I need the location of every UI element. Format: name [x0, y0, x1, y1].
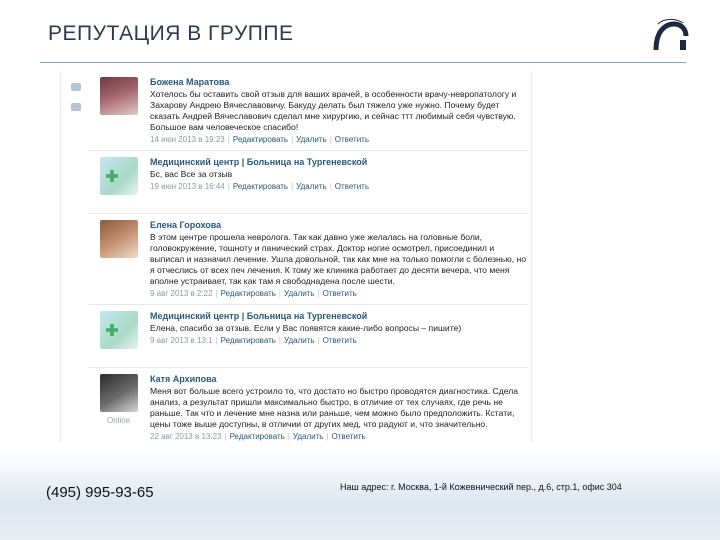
post-date[interactable]: 22 авг 2013 в 13:23 — [150, 432, 221, 441]
edit-link[interactable]: Редактировать — [221, 289, 276, 298]
post-author[interactable]: Медицинский центр | Больница на Тургенев… — [150, 311, 528, 321]
wall-post: Online Катя Архипова Меня вот больше все… — [88, 368, 528, 447]
reply-link[interactable]: Ответить — [335, 135, 369, 144]
edit-link[interactable]: Редактировать — [230, 432, 285, 441]
delete-link[interactable]: Удалить — [284, 336, 315, 345]
reply-link[interactable]: Ответить — [335, 182, 369, 191]
wall-post: Божена Маратова Хотелось бы оставить сво… — [88, 71, 528, 151]
avatar[interactable] — [100, 77, 138, 115]
post-text: Елена, спасибо за отзыв. Если у Вас появ… — [150, 323, 462, 333]
post-author[interactable]: Медицинский центр | Больница на Тургенев… — [150, 157, 528, 167]
delete-link[interactable]: Удалить — [293, 432, 324, 441]
medical-cross-icon — [106, 170, 118, 182]
post-meta: 14 июн 2013 в 19:23 | Редактировать | Удалит… — [150, 135, 369, 144]
title-divider — [40, 62, 686, 63]
medical-cross-icon — [106, 324, 118, 336]
post-text: Хотелось бы оставить свой отзыв для ваши… — [150, 89, 517, 132]
contact-phone: (495) 995-93-65 — [46, 484, 154, 501]
edit-link[interactable]: Редактировать — [221, 336, 276, 345]
post-text: Меня вот больше всего устроило то, что д… — [150, 386, 519, 429]
post-meta: 22 авг 2013 в 13:23 | Редактировать | Удалит… — [150, 432, 366, 441]
post-meta: 19 июн 2013 в 16:44 | Редактировать | Удалит… — [150, 182, 369, 191]
message-icon[interactable] — [71, 103, 81, 111]
wall-post: Елена Горохова В этом центре прошела нев… — [88, 214, 528, 305]
post-author[interactable]: Елена Горохова — [150, 220, 528, 230]
post-author[interactable]: Божена Маратова — [150, 77, 528, 87]
delete-link[interactable]: Удалить — [284, 289, 315, 298]
slide-title: РЕПУТАЦИЯ В ГРУППЕ — [48, 22, 294, 45]
edit-link[interactable]: Редактировать — [233, 182, 288, 191]
post-date[interactable]: 19 июн 2013 в 16:44 — [150, 182, 225, 191]
avatar[interactable] — [100, 374, 138, 412]
post-meta: 9 авг 2013 в 2:22 | Редактировать | Удалить |… — [150, 289, 357, 298]
delete-link[interactable]: Удалить — [296, 135, 327, 144]
clinic-logo-icon — [653, 18, 689, 51]
comment-icon[interactable] — [71, 83, 81, 91]
delete-link[interactable]: Удалить — [296, 182, 327, 191]
reply-link[interactable]: Ответить — [323, 289, 357, 298]
wall-post: Медицинский центр | Больница на Тургенев… — [88, 151, 528, 214]
avatar[interactable] — [100, 311, 138, 349]
vk-wall-screenshot: Божена Маратова Хотелось бы оставить сво… — [60, 71, 532, 443]
post-text: В этом центре прошела невролога. Так как… — [150, 232, 527, 286]
side-icons — [71, 83, 85, 123]
post-date[interactable]: 9 авг 2013 в 13:1 — [150, 336, 213, 345]
post-author[interactable]: Катя Архипова — [150, 374, 528, 384]
avatar[interactable] — [100, 220, 138, 258]
post-text: Бс, вас Все за отзыв — [150, 169, 233, 179]
wall-posts: Божена Маратова Хотелось бы оставить сво… — [88, 71, 528, 447]
post-date[interactable]: 14 июн 2013 в 19:23 — [150, 135, 225, 144]
wall-post: Медицинский центр | Больница на Тургенев… — [88, 305, 528, 368]
avatar[interactable] — [100, 157, 138, 195]
post-date[interactable]: 9 авг 2013 в 2:22 — [150, 289, 213, 298]
online-status: Online — [107, 416, 131, 425]
reply-link[interactable]: Ответить — [323, 336, 357, 345]
post-meta: 9 авг 2013 в 13:1 | Редактировать | Удалить |… — [150, 336, 357, 345]
reply-link[interactable]: Ответить — [332, 432, 366, 441]
edit-link[interactable]: Редактировать — [233, 135, 288, 144]
contact-address: Наш адрес: г. Москва, 1-й Кожевнический … — [340, 482, 622, 492]
